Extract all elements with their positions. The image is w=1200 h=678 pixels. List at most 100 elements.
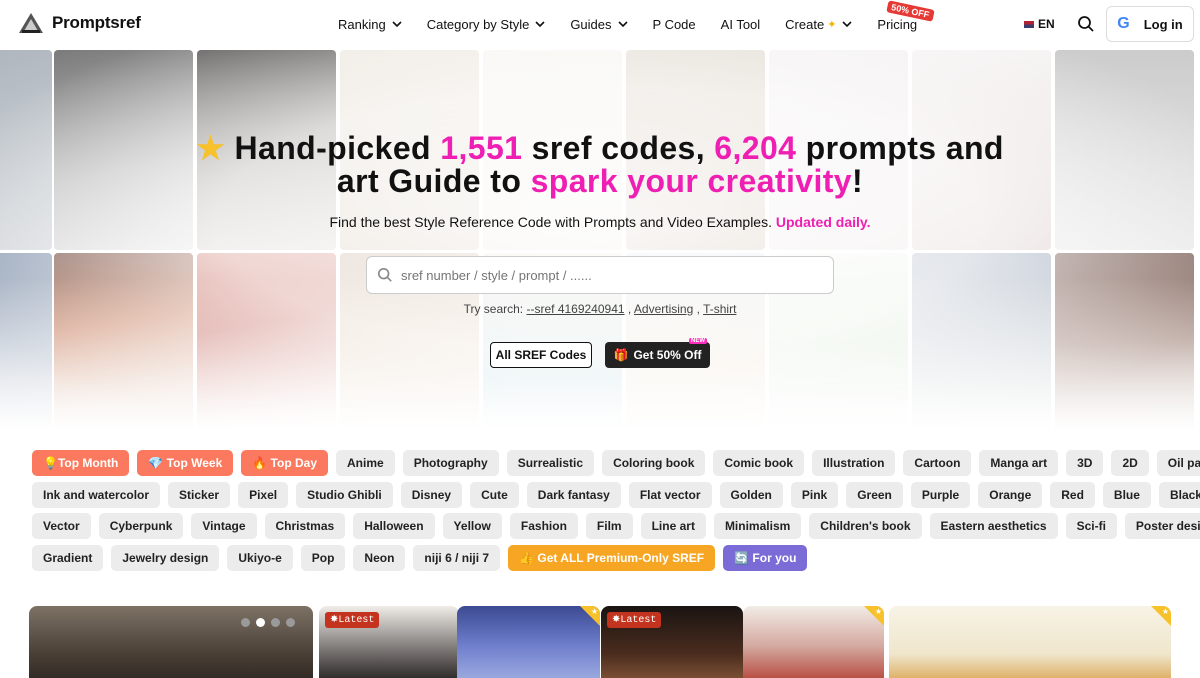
tag-premium-only[interactable]: 👍 Get ALL Premium-Only SREF [508,545,716,572]
tag-poster-design[interactable]: Poster design [1124,513,1200,540]
tag-blue[interactable]: Blue [1102,481,1151,508]
sref-card[interactable]: ★ [457,606,600,678]
all-sref-codes-button[interactable]: All SREF Codes [490,342,592,368]
try-link-sref[interactable]: --sref 4169240941 [526,302,624,316]
nav-guides[interactable]: Guides [570,17,628,32]
tag-flat-vector[interactable]: Flat vector [628,481,712,508]
google-icon: G [1117,15,1130,32]
tag-christmas[interactable]: Christmas [264,513,346,540]
tag-disney[interactable]: Disney [400,481,463,508]
bulb-icon: 💡 [43,456,58,470]
language-switcher[interactable]: EN [1024,17,1055,31]
tag-pop[interactable]: Pop [300,545,346,572]
tag-3d[interactable]: 3D [1066,450,1104,476]
carousel-dots [241,618,295,627]
login-button[interactable]: G Log in [1106,6,1194,42]
tag-photography[interactable]: Photography [402,450,499,476]
nav-pricing[interactable]: Pricing 50% OFF [877,0,935,32]
tag-cute[interactable]: Cute [470,481,519,508]
tag-coloring-book[interactable]: Coloring book [602,450,706,476]
tag-cartoon[interactable]: Cartoon [903,450,972,476]
sref-card[interactable]: ★ [889,606,1171,678]
tag-fashion[interactable]: Fashion [509,513,578,540]
sref-card[interactable]: ✸Latest [319,606,459,678]
tag-surrealistic[interactable]: Surrealistic [506,450,595,476]
tag-vintage[interactable]: Vintage [191,513,257,540]
carousel-dot[interactable] [241,618,250,627]
tag-anime[interactable]: Anime [336,450,395,476]
tag-oil-painting[interactable]: Oil painting [1156,450,1200,476]
tag-pink[interactable]: Pink [790,481,839,508]
tag-row: 💡 Top Month 💎 Top Week 🔥 Top Day Anime Ph… [32,450,1200,476]
latest-badge: ✸Latest [325,612,380,628]
tag-manga-art[interactable]: Manga art [979,450,1059,476]
nav-create[interactable]: Create ✦ [785,17,852,32]
language-label: EN [1038,17,1055,31]
sref-card[interactable] [29,606,313,678]
tag-eastern-aesthetics[interactable]: Eastern aesthetics [929,513,1058,540]
nav-label: Pricing [877,16,918,32]
try-link-tshirt[interactable]: T-shirt [703,302,736,316]
tag-pixel[interactable]: Pixel [238,481,289,508]
premium-corner: ★ [1151,606,1171,626]
sref-card[interactable]: ✸Latest [601,606,743,678]
nav-p-code[interactable]: P Code [653,17,696,32]
tag-2d[interactable]: 2D [1111,450,1149,476]
sparkle-icon: ✦ [827,18,837,31]
get-discount-button[interactable]: 🎁 Get 50% Off NEW [605,338,710,368]
carousel-dot[interactable] [286,618,295,627]
tag-black[interactable]: Black [1158,481,1200,508]
sref-card[interactable]: ★ [743,606,884,678]
latest-badge: ✸Latest [607,612,662,628]
tag-minimalism[interactable]: Minimalism [713,513,802,540]
nav-category-by-style[interactable]: Category by Style [427,17,546,32]
tag-childrens-book[interactable]: Children's book [809,513,922,540]
nav-ai-tool[interactable]: AI Tool [721,17,761,32]
tag-comic-book[interactable]: Comic book [713,450,805,476]
tag-illustration[interactable]: Illustration [812,450,896,476]
tag-halloween[interactable]: Halloween [353,513,435,540]
tag-row: Ink and watercolor Sticker Pixel Studio … [32,481,1200,508]
search-icon [377,267,392,282]
try-link-advertising[interactable]: Advertising [634,302,693,316]
tag-top-week[interactable]: 💎 Top Week [137,450,234,476]
tag-green[interactable]: Green [846,481,903,508]
nav-ranking[interactable]: Ranking [338,17,402,32]
tag-jewelry-design[interactable]: Jewelry design [111,545,220,572]
subtitle-text: Find the best Style Reference Code with … [329,214,772,230]
headline-text: prompts and [796,130,1004,166]
tag-purple[interactable]: Purple [910,481,971,508]
tag-top-day[interactable]: 🔥 Top Day [241,450,328,476]
tag-neon[interactable]: Neon [353,545,406,572]
tag-gradient[interactable]: Gradient [32,545,104,572]
tag-orange[interactable]: Orange [978,481,1043,508]
search-icon[interactable] [1077,15,1095,33]
tag-top-month[interactable]: 💡 Top Month [32,450,130,476]
tag-label: Top Day [270,456,317,470]
tag-studio-ghibli[interactable]: Studio Ghibli [296,481,393,508]
tag-red[interactable]: Red [1050,481,1095,508]
tag-sticker[interactable]: Sticker [168,481,231,508]
tag-cyberpunk[interactable]: Cyberpunk [98,513,184,540]
tag-vector[interactable]: Vector [32,513,91,540]
tag-yellow[interactable]: Yellow [442,513,502,540]
tag-film[interactable]: Film [585,513,633,540]
nav-label: Create [785,16,825,32]
star-icon: ★ [590,607,598,616]
tag-line-art[interactable]: Line art [640,513,706,540]
search-bar[interactable] [366,256,834,294]
tag-niji[interactable]: niji 6 / niji 7 [413,545,501,572]
tag-sci-fi[interactable]: Sci-fi [1065,513,1117,540]
headline-text: sref codes, [522,130,715,166]
chevron-down-icon [617,21,628,28]
carousel-dot[interactable] [271,618,280,627]
tag-dark-fantasy[interactable]: Dark fantasy [526,481,621,508]
tag-ink-and-watercolor[interactable]: Ink and watercolor [32,481,161,508]
tag-for-you[interactable]: 🔄 For you [723,545,808,572]
tag-golden[interactable]: Golden [719,481,783,508]
tag-ukiyo-e[interactable]: Ukiyo-e [227,545,293,572]
nav-label: P Code [652,16,696,32]
search-input[interactable] [401,267,821,283]
carousel-dot[interactable] [256,618,265,627]
logo[interactable]: Promptsref [18,12,141,34]
